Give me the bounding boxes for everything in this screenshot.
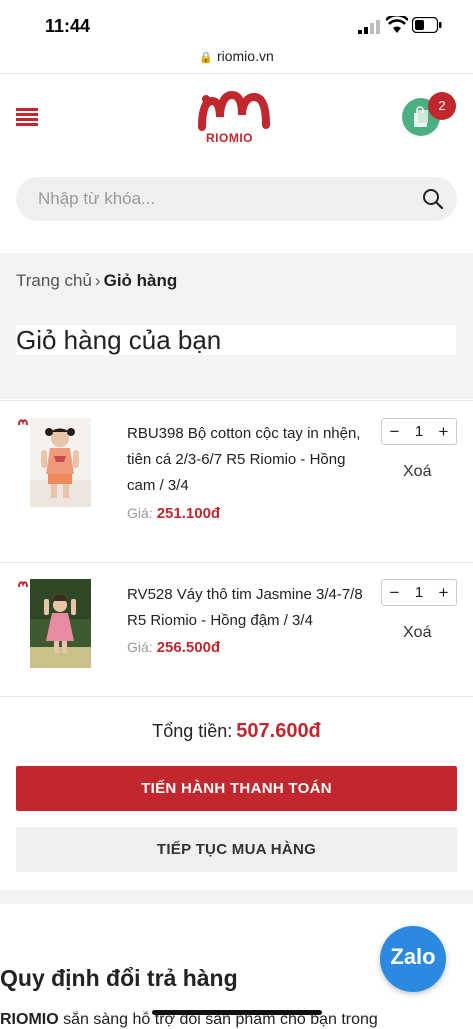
cart-count-badge: 2: [428, 92, 456, 120]
price-value: 251.100đ: [156, 505, 221, 522]
url-bar[interactable]: 🔒 riomio.vn: [0, 48, 473, 74]
cart-item: RV528 Váy thô tim Jasmine 3/4-7/8 R5 Rio…: [0, 562, 473, 696]
site-header: RIOMIO 2: [0, 75, 473, 160]
policy-title: Quy định đổi trả hàng: [0, 965, 238, 991]
battery-icon: [412, 17, 442, 33]
lock-icon: 🔒: [199, 52, 213, 64]
riomio-logo[interactable]: RIOMIO: [198, 89, 274, 145]
status-time: 11:44: [45, 16, 91, 36]
page-title: Giỏ hàng của bạn: [16, 325, 456, 355]
wifi-icon: [386, 16, 408, 33]
increase-qty-button[interactable]: +: [431, 580, 456, 605]
remove-item-button[interactable]: Xoá: [403, 463, 431, 481]
product-name[interactable]: RBU398 Bộ cotton cộc tay in nhện, tiên c…: [127, 421, 369, 499]
product-price: Giá: 251.100đ: [127, 505, 220, 522]
cart-item: RBU398 Bộ cotton cộc tay in nhện, tiên c…: [0, 400, 473, 562]
search-input[interactable]: [38, 177, 418, 221]
product-thumbnail[interactable]: [30, 579, 91, 668]
hamburger-menu-icon[interactable]: [16, 108, 38, 126]
zalo-chat-button[interactable]: Zalo: [380, 926, 446, 992]
product-name[interactable]: RV528 Váy thô tim Jasmine 3/4-7/8 R5 Rio…: [127, 582, 369, 634]
total-amount: 507.600đ: [236, 720, 321, 742]
logo-text: RIOMIO: [206, 131, 253, 145]
search-icon[interactable]: [422, 188, 444, 210]
status-bar: 11:44: [0, 0, 473, 48]
price-label: Giá:: [127, 639, 153, 655]
quantity-value[interactable]: 1: [407, 580, 431, 605]
search-bar: [16, 177, 457, 221]
breadcrumb-home-link[interactable]: Trang chủ: [16, 271, 92, 290]
brand-mini-icon: [18, 419, 28, 426]
total-label: Tổng tiền:: [152, 721, 233, 741]
breadcrumb: Trang chủ › Giỏ hàng: [16, 271, 177, 291]
url-text: riomio.vn: [216, 48, 274, 64]
continue-shopping-button[interactable]: TIẾP TỤC MUA HÀNG: [16, 827, 457, 872]
price-value: 256.500đ: [156, 639, 221, 656]
breadcrumb-current: Giỏ hàng: [103, 271, 178, 290]
logo-mark-icon: [198, 90, 270, 131]
product-price: Giá: 256.500đ: [127, 639, 220, 656]
quantity-stepper: − 1 +: [381, 579, 457, 606]
divider: [0, 696, 473, 697]
remove-item-button[interactable]: Xoá: [403, 624, 431, 642]
price-label: Giá:: [127, 505, 153, 521]
decrease-qty-button[interactable]: −: [382, 419, 407, 444]
signal-icon: [358, 20, 380, 34]
section-divider: [0, 890, 473, 904]
product-thumbnail[interactable]: [30, 418, 91, 507]
decrease-qty-button[interactable]: −: [382, 580, 407, 605]
cart-total: Tổng tiền: 507.600đ: [0, 720, 473, 743]
brand-mini-icon: [18, 581, 28, 588]
checkout-button[interactable]: TIẾN HÀNH THANH TOÁN: [16, 766, 457, 811]
increase-qty-button[interactable]: +: [431, 419, 456, 444]
breadcrumb-separator: ›: [94, 271, 101, 290]
quantity-stepper: − 1 +: [381, 418, 457, 445]
quantity-value[interactable]: 1: [407, 419, 431, 444]
home-indicator: [152, 1010, 322, 1015]
policy-brand: RIOMIO: [0, 1011, 59, 1028]
